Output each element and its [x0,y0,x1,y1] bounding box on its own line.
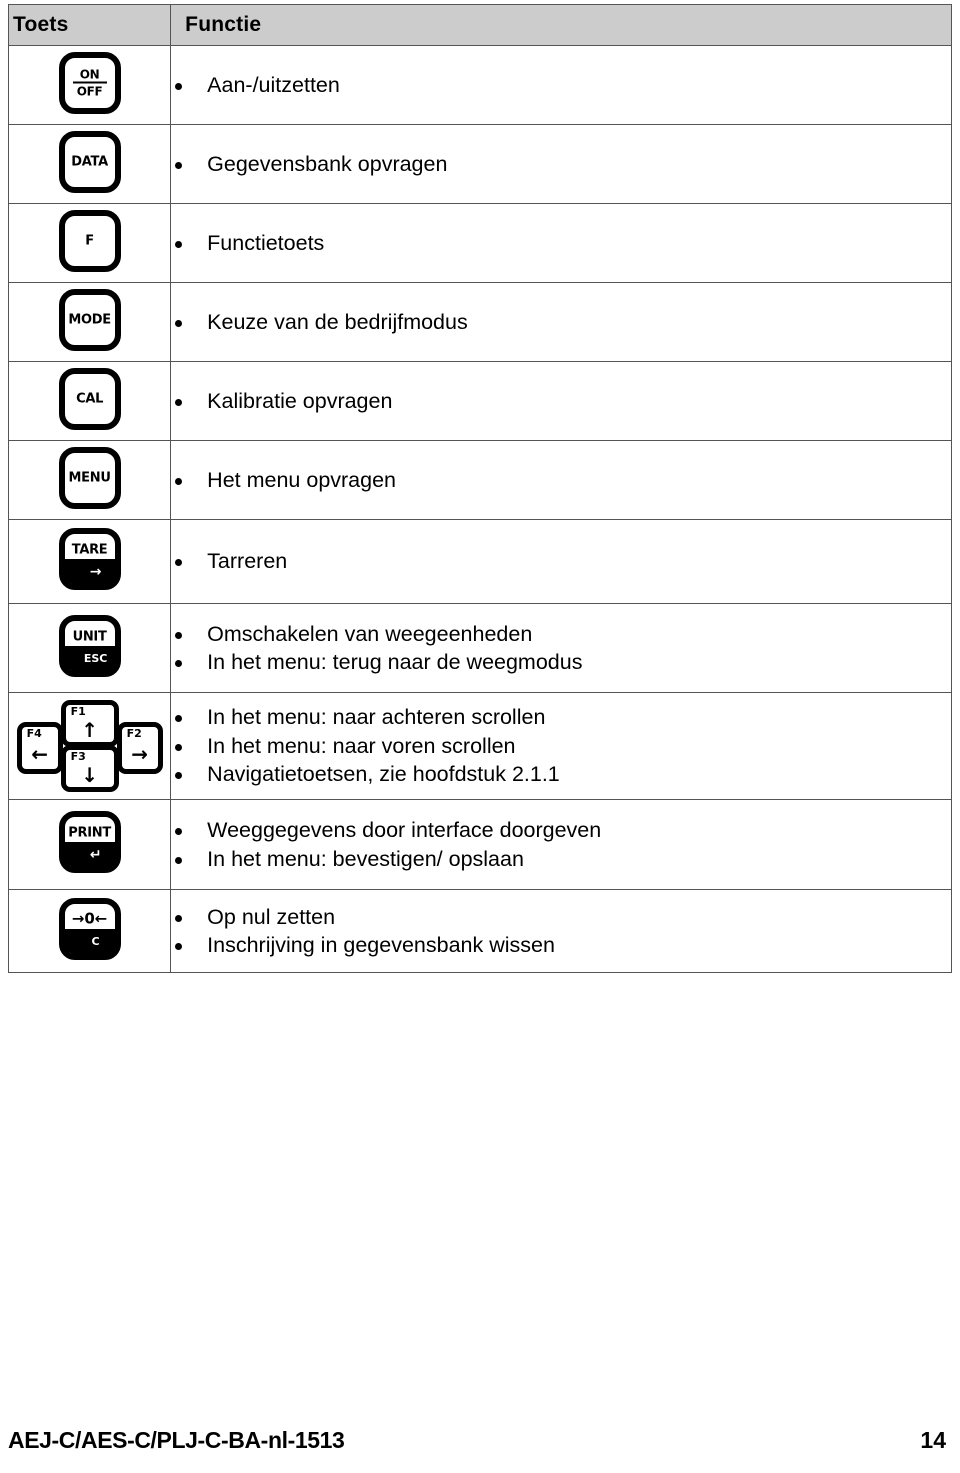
table-row: F Functietoets [7,203,952,283]
f1-up-key-icon: F1 ↑ [60,700,119,747]
key-label: MODE [68,312,111,327]
arrow-up-icon: ↑ [81,718,98,742]
function-cell: Tarreren [170,519,952,604]
key-label: MENU [68,470,111,485]
f1-label: F1 [70,705,86,718]
list-item: Keuze van de bedrijfmodus [171,308,951,336]
key-cell: DATA [7,124,172,204]
document-page: Toets Functie ON OFF Aan-/uitzetten DATA… [0,0,960,1473]
table-row: UNIT ESC Omschakelen van weegeenheden In… [7,603,952,693]
key-cell: UNIT ESC [7,603,172,693]
key-label: F [85,233,94,248]
key-cell: MODE [7,282,172,362]
key-label: CAL [76,391,104,406]
table-row: MENU Het menu opvragen [7,440,952,520]
key-cell: F [7,203,172,283]
table-row: F1 ↑ F2 → F3 ↓ F4 ← In het menu: naar ac… [7,692,952,800]
function-cell: Op nul zetten Inschrijving in gegevensba… [170,889,952,973]
f2-right-key-icon: F2 → [116,722,163,774]
f2-label: F2 [126,727,142,740]
esc-badge-icon: ESC [61,645,116,672]
table-row: CAL Kalibratie opvragen [7,361,952,441]
list-item: Kalibratie opvragen [171,387,951,415]
key-label: →0← [71,909,108,927]
key-cell: MENU [7,440,172,520]
function-cell: In het menu: naar achteren scrollen In h… [170,692,952,800]
arrow-right-badge-icon: → [61,559,116,585]
page-footer: AEJ-C/AES-C/PLJ-C-BA-nl-1513 14 [8,1425,952,1455]
table-row: PRINT ↵ Weeggegevens door interface door… [7,799,952,890]
list-item: In het menu: terug naar de weegmodus [171,648,951,676]
unit-key-icon: UNIT ESC [58,614,121,677]
table-row: ON OFF Aan-/uitzetten [7,45,952,125]
tare-key-icon: TARE → [58,528,121,590]
function-cell: Functietoets [170,203,952,283]
list-item: In het menu: naar voren scrollen [171,732,951,760]
list-item: Tarreren [171,547,951,575]
function-cell: Keuze van de bedrijfmodus [170,282,952,362]
list-item: Aan-/uitzetten [171,71,951,99]
list-item: Op nul zetten [171,903,951,931]
table-row: →0← C Op nul zetten Inschrijving in gege… [7,889,952,973]
menu-key-icon: MENU [58,446,121,509]
list-item: In het menu: naar achteren scrollen [171,703,951,731]
f4-left-key-icon: F4 ← [16,722,63,774]
list-item: Navigatietoetsen, zie hoofdstuk 2.1.1 [171,760,951,788]
key-label: PRINT [68,825,111,841]
arrow-right-icon: → [131,742,148,766]
data-key-icon: DATA [58,130,121,193]
function-cell: Aan-/uitzetten [170,45,952,125]
list-item: Functietoets [171,229,951,257]
document-id: AEJ-C/AES-C/PLJ-C-BA-nl-1513 [8,1426,345,1453]
table-row: DATA Gegevensbank opvragen [7,124,952,204]
key-function-table: Toets Functie ON OFF Aan-/uitzetten DATA… [7,4,952,973]
list-item: Omschakelen van weegeenheden [171,620,951,648]
key-label: DATA [71,154,108,169]
f4-label: F4 [26,727,42,740]
key-label: TARE [71,542,108,558]
on-off-key-icon: ON OFF [58,51,121,114]
key-cell: CAL [7,361,172,441]
table-header-row: Toets Functie [7,4,952,46]
page-number: 14 [920,1426,946,1453]
f-key-icon: F [58,209,121,272]
function-cell: Het menu opvragen [170,440,952,520]
clear-badge-icon: C [61,928,116,955]
column-header-functie: Functie [170,4,952,46]
zero-key-icon: →0← C [58,897,121,960]
f3-label: F3 [70,750,86,763]
function-cell: Kalibratie opvragen [170,361,952,441]
table-row: TARE → Tarreren [7,519,952,604]
table-row: MODE Keuze van de bedrijfmodus [7,282,952,362]
function-cell: Gegevensbank opvragen [170,124,952,204]
list-item: Weeggegevens door interface doorgeven [171,816,951,844]
enter-badge-icon: ↵ [61,842,116,868]
cal-key-icon: CAL [58,367,121,430]
column-header-toets: Toets [7,4,172,46]
key-cell: PRINT ↵ [7,799,172,890]
off-label: OFF [76,84,103,98]
navigation-cluster-icon: F1 ↑ F2 → F3 ↓ F4 ← [15,700,165,792]
list-item: In het menu: bevestigen/ opslaan [171,845,951,873]
list-item: Gegevensbank opvragen [171,150,951,178]
mode-key-icon: MODE [58,288,121,351]
arrow-down-icon: ↓ [81,763,98,787]
list-item: Inschrijving in gegevensbank wissen [171,931,951,959]
arrow-left-icon: ← [31,742,48,766]
f3-down-key-icon: F3 ↓ [60,745,119,792]
on-label: ON [79,67,100,81]
key-cell: F1 ↑ F2 → F3 ↓ F4 ← [7,692,172,800]
key-cell: →0← C [7,889,172,973]
print-key-icon: PRINT ↵ [58,811,121,873]
key-label: UNIT [72,629,107,644]
function-cell: Weeggegevens door interface doorgeven In… [170,799,952,890]
key-cell: ON OFF [7,45,172,125]
function-cell: Omschakelen van weegeenheden In het menu… [170,603,952,693]
list-item: Het menu opvragen [171,466,951,494]
key-cell: TARE → [7,519,172,604]
